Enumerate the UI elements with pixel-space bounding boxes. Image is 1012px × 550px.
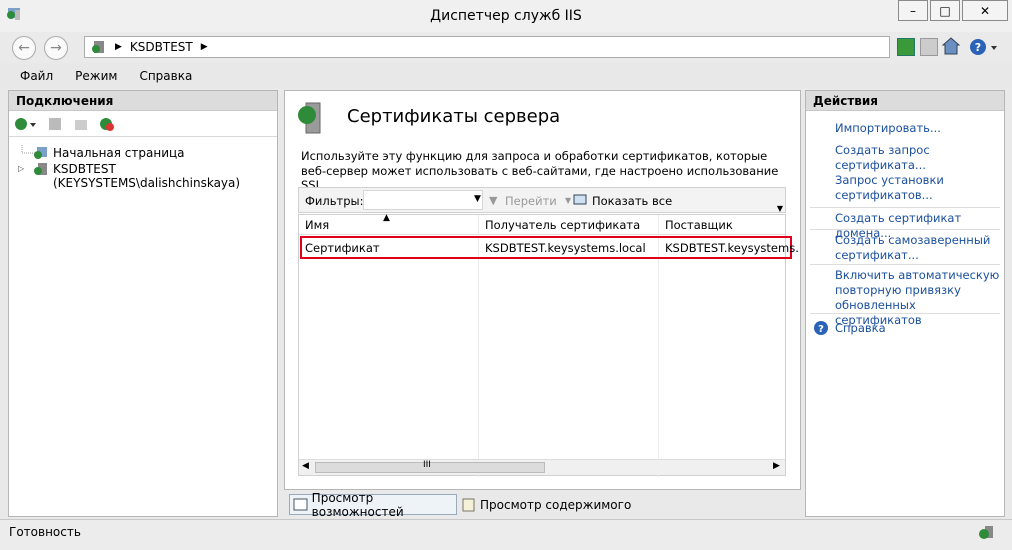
cert-issuer-cell: KSDBTEST.keysystems. <box>665 241 799 255</box>
filter-input[interactable] <box>363 190 483 210</box>
window-title: Диспетчер служб IIS <box>430 8 582 24</box>
back-arrow-icon: ← <box>18 40 30 56</box>
scroll-right-icon[interactable]: ▶ <box>773 461 780 471</box>
sort-ascending-icon: ▲ <box>383 213 390 223</box>
menu-bar: Файл Режим Справка <box>0 64 1012 88</box>
page-title: Сертификаты сервера <box>347 106 561 127</box>
disconnect-icon[interactable] <box>99 116 115 132</box>
action-import[interactable]: Импортировать... <box>835 121 941 136</box>
back-button[interactable]: ← <box>12 36 36 60</box>
show-all-button[interactable]: Показать все <box>592 194 672 208</box>
features-view-icon <box>293 498 308 510</box>
connect-icon[interactable] <box>13 116 37 132</box>
tree-start-page[interactable]: Начальная страница <box>53 146 185 160</box>
breadcrumb-arrow-icon: ▶ <box>115 42 122 52</box>
start-page-icon <box>34 147 47 159</box>
go-button[interactable]: Перейти <box>505 194 557 208</box>
stop-icon[interactable] <box>920 38 938 56</box>
column-issuer-header[interactable]: Поставщик <box>665 218 733 232</box>
filter-label: Фильтры: <box>305 194 364 208</box>
close-button[interactable]: ✕ <box>962 0 1008 21</box>
cert-name-cell: Сертификат <box>305 241 380 255</box>
features-view-tab[interactable]: Просмотр возможностей <box>289 491 457 519</box>
refresh-icon[interactable] <box>897 38 915 56</box>
minimize-button[interactable]: – <box>898 0 928 21</box>
action-auto-rebind[interactable]: Включить автоматическую повторную привязк… <box>835 268 1004 328</box>
filter-dropdown-icon[interactable]: ▼ <box>474 194 481 204</box>
content-view-label: Просмотр содержимого <box>480 497 632 512</box>
action-complete-request[interactable]: Запрос установки сертификатов... <box>835 173 944 203</box>
action-create-request[interactable]: Создать запрос сертификата... <box>835 143 930 173</box>
minimize-icon: – <box>910 3 916 18</box>
content-view-tab[interactable]: Просмотр содержимого <box>461 494 631 515</box>
action-self-signed[interactable]: Создать самозаверенный сертификат... <box>835 233 990 263</box>
menu-file[interactable]: Файл <box>20 69 53 83</box>
close-icon: ✕ <box>979 3 991 18</box>
cert-subject-cell: KSDBTEST.keysystems.local <box>485 241 646 255</box>
breadcrumb-server[interactable]: KSDBTEST <box>130 40 193 54</box>
go-dropdown-icon[interactable]: ▼ <box>565 196 571 205</box>
breadcrumb-arrow-icon: ▶ <box>200 42 208 52</box>
description-line-1: Используйте эту функцию для запроса и об… <box>301 149 768 163</box>
menu-help[interactable]: Справка <box>139 69 192 83</box>
connections-panel: Подключения Начальная страница ▷ KSDBTES… <box>8 90 278 517</box>
scroll-left-icon[interactable]: ◀ <box>302 461 309 471</box>
scroll-grip: III <box>423 460 431 470</box>
maximize-button[interactable]: □ <box>930 0 960 21</box>
certificates-list: Имя ▲ Получатель сертификата Поставщик С… <box>298 213 799 477</box>
action-help[interactable]: Справка <box>835 321 886 336</box>
forward-button[interactable]: → <box>44 36 68 60</box>
actions-panel: Действия Импортировать... Создать запрос… <box>805 90 1005 517</box>
certificates-icon <box>298 102 321 134</box>
server-icon <box>34 163 47 175</box>
server-icon <box>92 41 104 53</box>
horizontal-scrollbar[interactable]: ◀ III ▶ <box>299 459 785 475</box>
connections-title: Подключения <box>9 91 277 111</box>
up-level-icon[interactable] <box>73 116 89 132</box>
status-bar: Готовность <box>0 519 1012 550</box>
status-text: Готовность <box>9 525 81 539</box>
address-bar[interactable]: ▶ KSDBTEST ▶ <box>84 36 890 58</box>
help-icon: ? <box>814 321 828 335</box>
content-view-icon <box>462 498 475 511</box>
expand-arrow-icon[interactable]: ▷ <box>18 164 24 173</box>
actions-title: Действия <box>806 91 1004 111</box>
connections-toolbar <box>9 111 277 137</box>
home-icon[interactable] <box>941 36 961 56</box>
maximize-icon: □ <box>939 3 951 18</box>
collapse-icon[interactable]: ▼ <box>774 204 786 214</box>
network-status-icon <box>979 526 993 539</box>
main-content: Сертификаты сервера Используйте эту функ… <box>284 90 801 490</box>
column-subject-header[interactable]: Получатель сертификата <box>485 218 640 232</box>
filter-icon: ▼ <box>489 194 498 207</box>
column-name-header[interactable]: Имя <box>305 218 329 232</box>
svg-text:?: ? <box>975 41 981 54</box>
svg-text:?: ? <box>818 324 824 335</box>
show-all-icon <box>573 194 587 205</box>
tree-server-node[interactable]: KSDBTEST (KEYSYSTEMS\dalishchinskaya) <box>53 162 277 190</box>
help-dropdown[interactable]: ? <box>969 37 999 57</box>
menu-view[interactable]: Режим <box>75 69 117 83</box>
features-view-label: Просмотр возможностей <box>311 490 404 519</box>
save-icon[interactable] <box>47 116 63 132</box>
forward-arrow-icon: → <box>50 40 62 56</box>
